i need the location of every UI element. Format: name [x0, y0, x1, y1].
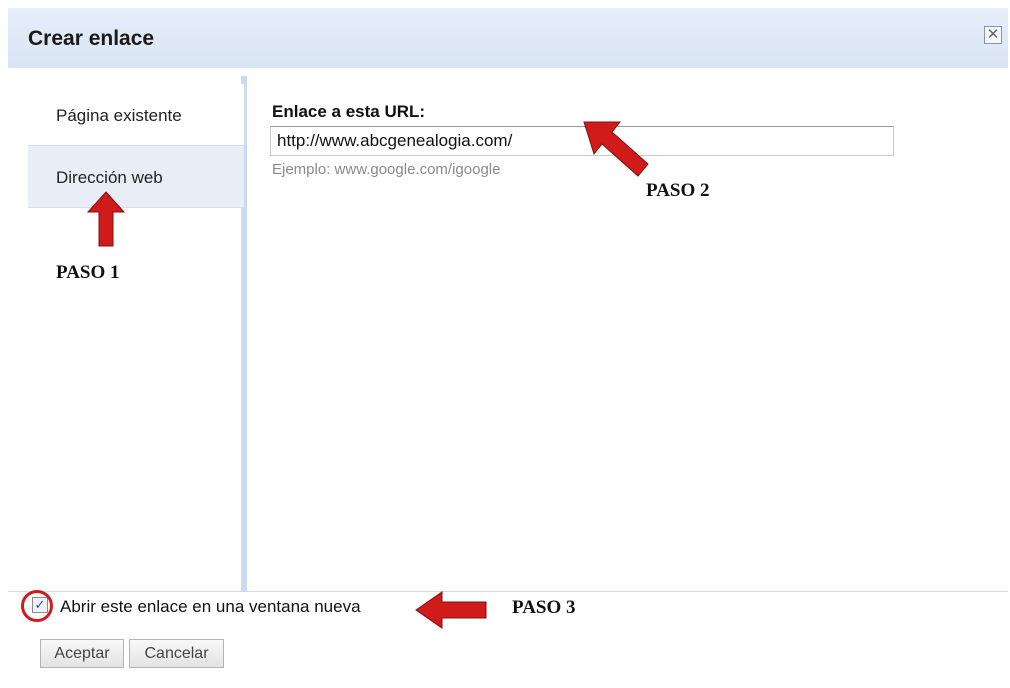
- dialog-body: Página existente Dirección web Enlace a …: [8, 68, 1008, 684]
- dialog-titlebar: Crear enlace ✕: [8, 8, 1008, 68]
- step2-label: PASO 2: [646, 180, 710, 201]
- step3-arrow-icon: [415, 591, 487, 629]
- url-label: Enlace a esta URL:: [272, 102, 426, 121]
- step2-arrow-icon: [583, 121, 649, 177]
- create-link-dialog: Crear enlace ✕ Página existente Direcció…: [8, 8, 1008, 684]
- dialog-title: Crear enlace: [28, 27, 155, 50]
- url-example-hint: Ejemplo: www.google.com/igoogle: [272, 161, 501, 178]
- tab-web-address[interactable]: Dirección web: [28, 146, 244, 208]
- close-icon[interactable]: ✕: [984, 26, 1002, 44]
- link-type-tabs: Página existente Dirección web: [18, 76, 247, 591]
- step1-arrow-icon: [86, 191, 126, 247]
- tab-label: Dirección web: [56, 168, 163, 187]
- highlight-circle: [21, 590, 53, 622]
- accept-button[interactable]: Aceptar: [40, 639, 124, 668]
- cancel-button[interactable]: Cancelar: [129, 639, 224, 668]
- step1-label: PASO 1: [56, 262, 120, 283]
- footer-divider: [8, 591, 1008, 592]
- tab-label: Página existente: [56, 106, 182, 125]
- new-window-label[interactable]: Abrir este enlace en una ventana nueva: [60, 597, 361, 617]
- step3-label: PASO 3: [512, 597, 576, 618]
- tab-existing-page[interactable]: Página existente: [28, 84, 244, 146]
